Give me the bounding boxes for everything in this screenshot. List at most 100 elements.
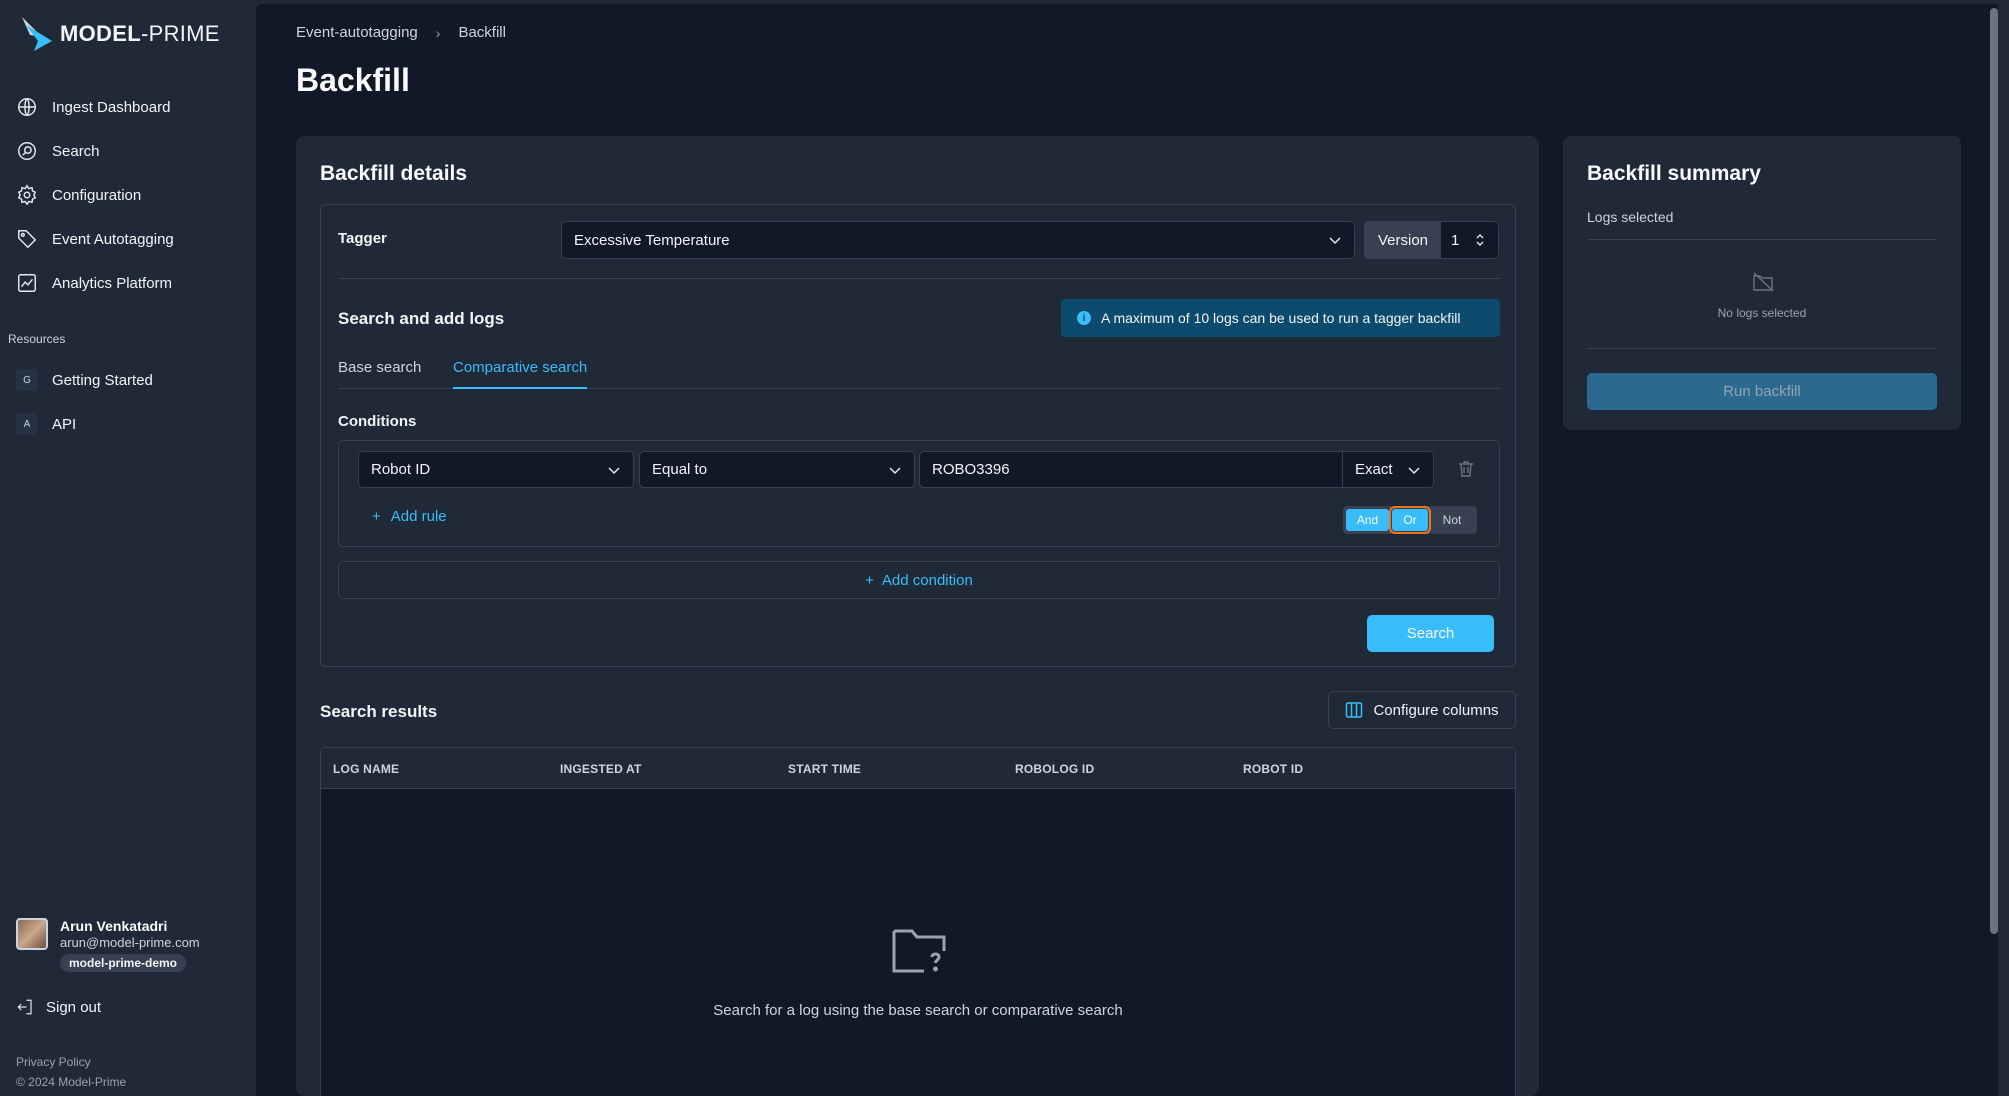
details-box: Tagger Excessive Temperature Version 1 S…	[320, 204, 1516, 667]
backfill-details-title: Backfill details	[320, 162, 468, 185]
folder-question-icon	[892, 929, 946, 973]
add-condition-button[interactable]: + Add condition	[338, 561, 1500, 599]
search-button[interactable]: Search	[1367, 615, 1494, 652]
no-logs-text: No logs selected	[1717, 306, 1807, 320]
tagger-select[interactable]: Excessive Temperature	[561, 221, 1355, 259]
sidebar-item-label: Ingest Dashboard	[52, 98, 171, 116]
divider	[1587, 348, 1937, 349]
chevron-down-icon	[1329, 237, 1341, 245]
column-header[interactable]: LOG NAME	[333, 762, 399, 776]
logic-or-button[interactable]: Or	[1389, 506, 1431, 534]
info-banner: i A maximum of 10 logs can be used to ru…	[1061, 299, 1500, 337]
sidebar-nav: Ingest Dashboard Search Configuration Ev…	[0, 85, 256, 305]
main-content: Event-autotagging › Backfill Backfill Ba…	[256, 4, 1998, 1096]
search-icon	[16, 140, 38, 162]
search-tabs: Base search Comparative search	[338, 351, 1500, 389]
tab-base-search[interactable]: Base search	[338, 359, 421, 389]
operator-select[interactable]: Equal to	[639, 451, 915, 488]
match-select[interactable]: Exact	[1342, 451, 1434, 488]
field-select[interactable]: Robot ID	[358, 451, 634, 488]
column-header[interactable]: ROBOLOG ID	[1015, 762, 1094, 776]
match-value: Exact	[1355, 461, 1393, 478]
column-header[interactable]: INGESTED AT	[560, 762, 642, 776]
breadcrumb-current: Backfill	[458, 24, 506, 41]
logic-and-button[interactable]: And	[1346, 509, 1389, 531]
operator-value: Equal to	[652, 461, 708, 478]
configure-columns-button[interactable]: Configure columns	[1328, 691, 1516, 729]
plus-icon: +	[372, 508, 381, 525]
sidebar-item-configuration[interactable]: Configuration	[0, 173, 256, 217]
chevron-down-icon	[1408, 466, 1420, 474]
column-header[interactable]: ROBOT ID	[1243, 762, 1303, 776]
logic-toggle: And Or Not	[1343, 506, 1477, 534]
logo-text: MODEL-PRIME	[60, 21, 220, 46]
field-value: Robot ID	[371, 461, 431, 478]
sidebar-item-label: Configuration	[52, 186, 142, 204]
sign-out-label: Sign out	[46, 998, 102, 1016]
avatar	[16, 918, 48, 950]
resource-badge: A	[16, 413, 38, 435]
sign-out-button[interactable]: Sign out	[16, 998, 101, 1016]
tagger-value: Excessive Temperature	[574, 231, 730, 249]
table-header: LOG NAME INGESTED AT START TIME ROBOLOG …	[321, 748, 1515, 789]
tag-icon	[16, 228, 38, 250]
breadcrumb-parent[interactable]: Event-autotagging	[296, 24, 418, 41]
backfill-summary-card: Backfill summary Logs selected No logs s…	[1563, 136, 1961, 430]
no-logs-icon	[1753, 272, 1774, 292]
gear-icon	[16, 184, 38, 206]
tagger-label: Tagger	[338, 230, 387, 247]
privacy-policy-link[interactable]: Privacy Policy	[16, 1052, 126, 1072]
chevron-down-icon	[889, 466, 901, 474]
empty-state-text: Search for a log using the base search o…	[713, 1002, 1123, 1019]
divider	[338, 278, 1500, 279]
version-stepper[interactable]: 1	[1441, 222, 1498, 258]
sidebar-footer: Privacy Policy © 2024 Model-Prime	[16, 1052, 126, 1092]
user-profile[interactable]: Arun Venkatadri arun@model-prime.com mod…	[16, 918, 200, 972]
page-title: Backfill	[296, 62, 410, 98]
condition-group: Robot ID Equal to ROBO3396 Exact + Add r…	[338, 440, 1500, 547]
add-rule-button[interactable]: + Add rule	[372, 508, 447, 525]
logo[interactable]: MODEL-PRIME	[20, 14, 220, 54]
columns-icon	[1346, 702, 1363, 718]
add-condition-label: Add condition	[881, 571, 973, 589]
chevron-down-icon	[608, 466, 620, 474]
version-field: Version 1	[1364, 221, 1499, 259]
plus-icon: +	[865, 571, 874, 589]
resources-heading: Resources	[8, 332, 66, 346]
sign-out-icon	[17, 999, 32, 1015]
resource-label: Getting Started	[52, 371, 153, 389]
run-backfill-button[interactable]: Run backfill	[1587, 373, 1937, 410]
logic-not-button[interactable]: Not	[1431, 509, 1473, 531]
value-input[interactable]: ROBO3396	[919, 451, 1343, 488]
resource-item-api[interactable]: A API	[0, 402, 256, 446]
sidebar-item-search[interactable]: Search	[0, 129, 256, 173]
configure-columns-label: Configure columns	[1373, 701, 1499, 719]
info-banner-text: A maximum of 10 logs can be used to run …	[1101, 310, 1461, 326]
logo-bird-icon	[22, 17, 52, 51]
tab-comparative-search[interactable]: Comparative search	[453, 359, 588, 389]
results-table: LOG NAME INGESTED AT START TIME ROBOLOG …	[320, 747, 1516, 1096]
resource-badge: G	[16, 369, 38, 391]
chevron-right-icon: ›	[435, 24, 441, 41]
info-icon: i	[1077, 311, 1091, 325]
version-value: 1	[1451, 231, 1460, 249]
conditions-label: Conditions	[338, 413, 417, 430]
scrollbar[interactable]	[1990, 8, 1998, 934]
sidebar-item-analytics-platform[interactable]: Analytics Platform	[0, 261, 256, 305]
breadcrumb: Event-autotagging › Backfill	[296, 24, 506, 41]
add-rule-label: Add rule	[390, 508, 447, 525]
user-email: arun@model-prime.com	[60, 935, 200, 950]
logs-selected-label: Logs selected	[1587, 209, 1674, 225]
backfill-summary-title: Backfill summary	[1587, 162, 1761, 185]
globe-icon	[16, 96, 38, 118]
chart-icon	[16, 272, 38, 294]
sidebar-item-event-autotagging[interactable]: Event Autotagging	[0, 217, 256, 261]
resource-item-getting-started[interactable]: G Getting Started	[0, 358, 256, 402]
user-name: Arun Venkatadri	[60, 918, 168, 934]
resources-list: G Getting Started A API	[0, 358, 256, 446]
column-header[interactable]: START TIME	[788, 762, 861, 776]
trash-icon[interactable]	[1457, 460, 1475, 478]
search-results-title: Search results	[320, 702, 438, 721]
sidebar-item-label: Event Autotagging	[52, 230, 174, 248]
sidebar-item-ingest-dashboard[interactable]: Ingest Dashboard	[0, 85, 256, 129]
